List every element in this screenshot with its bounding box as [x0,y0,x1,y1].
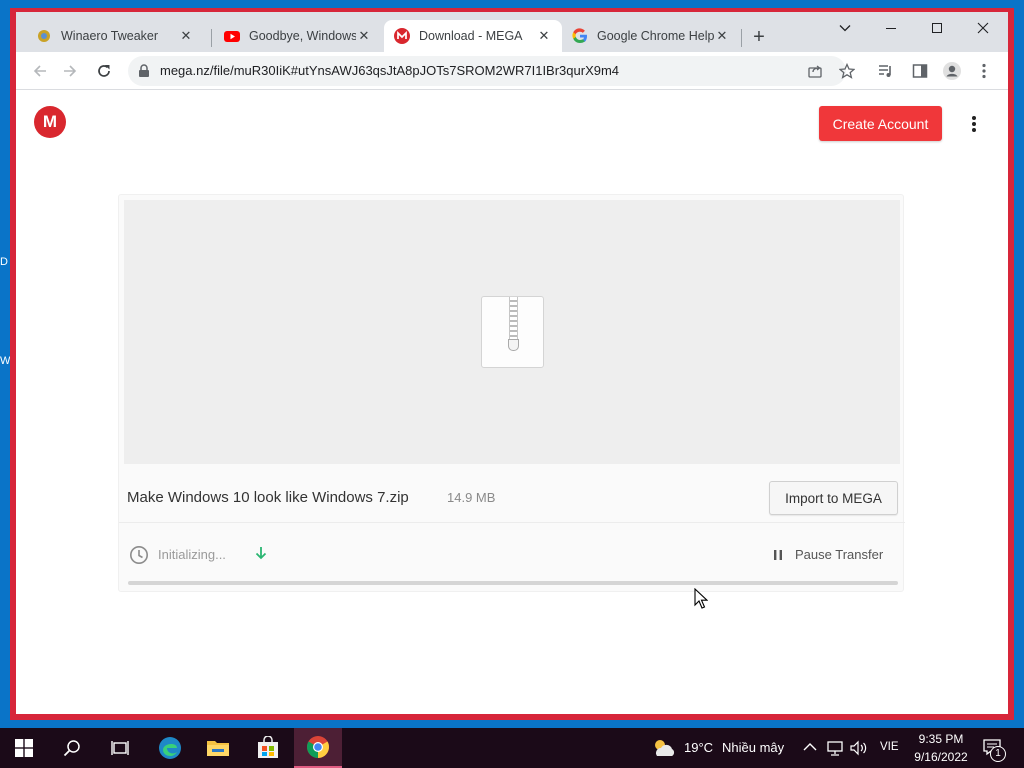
google-icon [572,28,587,44]
side-panel-icon [912,64,928,78]
star-icon [839,63,855,79]
reload-icon [98,65,110,77]
lock-icon [139,64,149,77]
tab-winaero[interactable]: Winaero Tweaker ✕ [26,20,204,52]
tab-strip: Winaero Tweaker ✕ Goodbye, Windows 7 ✕ D… [16,12,1008,52]
pause-icon [774,550,782,560]
task-view-icon [111,741,129,755]
bookmark-button[interactable] [838,62,856,80]
folder-icon [207,741,229,756]
weather-description[interactable]: Nhiều mây [722,740,784,755]
winaero-icon [38,30,50,42]
desktop-icon-label: D [0,256,8,268]
back-arrow-icon [33,65,46,77]
notification-center-button[interactable]: 1 [982,738,1006,762]
forward-arrow-icon [64,65,77,77]
edge-taskbar-button[interactable] [146,728,194,768]
file-name: Make Windows 10 look like Windows 7.zip [127,489,409,506]
tab-close-icon[interactable]: ✕ [714,28,730,44]
tab-youtube[interactable]: Goodbye, Windows 7 ✕ [214,20,382,52]
clock-date: 9/16/2022 [914,750,968,764]
maximize-icon [932,23,942,33]
zip-file-icon [481,296,544,368]
edge-icon [159,737,181,759]
transfer-status-text: Initializing... [158,547,226,562]
system-clock[interactable]: 9:35 PM 9/16/2022 [906,730,976,766]
media-controls-button[interactable] [876,61,896,81]
import-to-mega-button[interactable]: Import to MEGA [769,481,898,515]
back-button[interactable] [28,59,52,83]
close-icon [977,22,989,34]
store-taskbar-button[interactable] [244,728,292,768]
browser-toolbar: mega.nz/file/muR30IiK#utYnsAWJ63qsJtA8pJ… [16,52,1008,90]
side-panel-button[interactable] [910,61,930,81]
mega-icon [394,28,410,44]
weather-temperature[interactable]: 19°C [684,740,713,755]
tab-mega[interactable]: Download - MEGA ✕ [384,20,562,52]
chrome-menu-button[interactable] [974,61,994,81]
mouse-cursor-icon [694,588,708,609]
download-arrow-icon [255,547,267,560]
chrome-taskbar-button[interactable] [294,728,342,768]
file-explorer-taskbar-button[interactable] [194,728,242,768]
search-button[interactable] [48,728,96,768]
playlist-icon [879,65,891,77]
profile-avatar-icon [943,62,961,80]
file-info-row: Make Windows 10 look like Windows 7.zip … [119,473,905,523]
mega-page: M Create Account Make Windows 10 look li… [16,90,1008,714]
transfer-status-row: Initializing... Pause Transfer [119,531,905,577]
desktop-icon-label: W [0,355,10,367]
weather-cloudy-icon [655,740,675,756]
pause-transfer-button[interactable]: Pause Transfer [795,547,883,562]
create-account-button[interactable]: Create Account [819,106,942,141]
volume-icon[interactable] [849,739,869,757]
reload-button[interactable] [92,59,116,83]
clock-icon [130,546,148,564]
file-size: 14.9 MB [447,490,496,505]
maximize-button[interactable] [914,12,960,44]
notification-badge: 1 [990,746,1006,762]
chevron-up-icon[interactable] [803,742,817,752]
url-text: mega.nz/file/muR30IiK#utYnsAWJ63qsJtA8pJ… [160,63,620,78]
minimize-button[interactable] [868,12,914,44]
chevron-down-icon [839,25,851,32]
vertical-dots-icon [982,63,986,79]
task-view-button[interactable] [96,728,144,768]
tab-title: Download - MEGA [419,29,523,43]
chrome-icon [307,736,329,758]
tab-close-icon[interactable]: ✕ [536,28,552,44]
file-preview [124,200,900,464]
clock-time: 9:35 PM [918,732,964,746]
taskbar: 19°C Nhiều mây VIE 9:35 PM 9/16/2022 1 [0,728,1024,768]
share-icon [808,65,822,78]
share-button[interactable] [806,62,824,80]
tab-title: Winaero Tweaker [61,29,159,43]
browser-window: Winaero Tweaker ✕ Goodbye, Windows 7 ✕ D… [10,8,1014,720]
page-menu-icon[interactable] [964,114,984,134]
start-button[interactable] [0,728,48,768]
tab-title: Goodbye, Windows 7 [249,29,356,43]
profile-button[interactable] [942,61,962,81]
network-icon[interactable] [826,739,844,757]
tab-close-icon[interactable]: ✕ [356,28,372,44]
youtube-icon [224,31,240,42]
forward-button[interactable] [58,59,82,83]
search-icon [63,740,80,757]
download-progress-bar [128,581,898,585]
minimize-icon [886,28,896,29]
windows-logo-icon [15,739,33,757]
new-tab-button[interactable]: + [747,26,771,50]
mega-logo[interactable]: M [34,106,66,138]
download-card: Make Windows 10 look like Windows 7.zip … [118,194,905,592]
store-icon [258,736,278,758]
tab-title: Google Chrome Help [597,29,714,43]
close-window-button[interactable] [960,12,1006,44]
input-language[interactable]: VIE [880,741,899,753]
address-bar[interactable]: mega.nz/file/muR30IiK#utYnsAWJ63qsJtA8pJ… [128,56,855,86]
tab-close-icon[interactable]: ✕ [178,28,194,44]
tab-chrome-help[interactable]: Google Chrome Help ✕ [562,20,740,52]
tab-search-button[interactable] [822,12,868,44]
